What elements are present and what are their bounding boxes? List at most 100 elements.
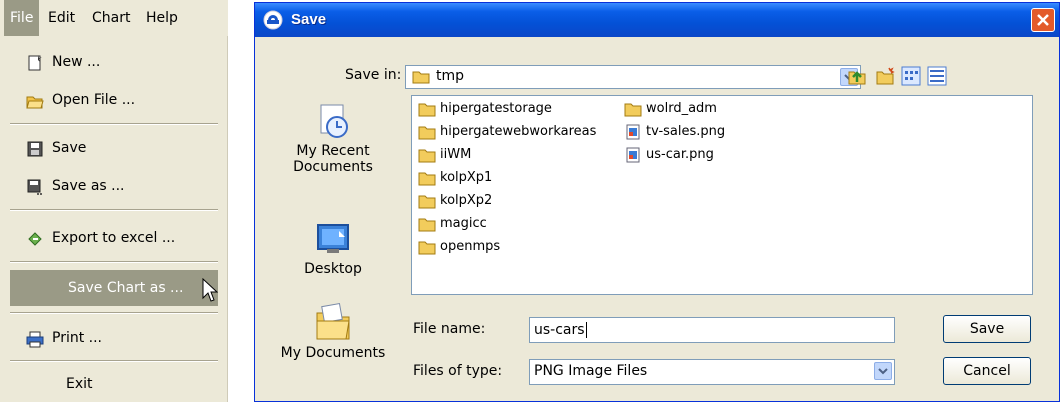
folder-item[interactable]: openmps [418, 236, 500, 258]
text-caret [585, 322, 587, 338]
details-view-icon[interactable] [927, 66, 947, 86]
files-of-type-dropdown[interactable]: PNG Image Files [529, 359, 895, 385]
save-in-dropdown[interactable]: tmp [405, 65, 861, 89]
menu-item-exit[interactable]: Exit [10, 366, 218, 402]
folder-icon [418, 103, 436, 116]
place-desktop[interactable]: Desktop [269, 219, 397, 277]
file-item[interactable]: tv-sales.png [624, 121, 725, 143]
png-file-icon [626, 147, 640, 162]
file-name: iiWM [440, 147, 472, 162]
file-name: magicc [440, 216, 487, 231]
folder-item[interactable]: magicc [418, 213, 487, 235]
recent-documents-icon [320, 104, 348, 138]
title-bar[interactable]: Save [255, 3, 1059, 37]
menu-item-label: Save as ... [52, 178, 125, 194]
file-name: kolpXp2 [440, 193, 493, 208]
folder-icon [418, 218, 436, 231]
up-one-level-icon[interactable] [847, 66, 867, 86]
menu-bar: File Edit Chart Help [0, 0, 228, 36]
menu-chart[interactable]: Chart [86, 0, 136, 36]
file-name: kolpXp1 [440, 170, 493, 185]
chevron-down-icon [878, 368, 888, 375]
menu-item-save-chart-as[interactable]: Save Chart as ... [10, 270, 218, 306]
folder-icon [418, 195, 436, 208]
place-label: My Documents [280, 345, 386, 361]
menu-item-label: Exit [66, 376, 93, 392]
files-of-type-label: Files of type: [413, 363, 503, 379]
menu-separator [10, 123, 218, 125]
save-dialog: Save Save in: tmp My Recent Documents De… [254, 2, 1060, 402]
file-name: us-car.png [646, 147, 714, 162]
folder-item[interactable]: iiWM [418, 144, 471, 166]
files-of-type-dropdown-button[interactable] [874, 362, 892, 380]
folder-icon [412, 71, 430, 84]
place-label: My Recent Documents [293, 143, 373, 175]
file-menu-panel: File Edit Chart Help New ... Open File .… [0, 0, 229, 402]
folder-icon [418, 149, 436, 162]
place-my-documents[interactable]: My Documents [269, 299, 397, 361]
my-documents-icon [316, 302, 350, 340]
save-button[interactable]: Save [943, 315, 1031, 343]
menu-separator [10, 261, 218, 263]
mouse-cursor-icon [202, 278, 218, 302]
new-file-icon [28, 55, 42, 71]
file-name-label: File name: [413, 321, 486, 337]
file-name: wolrd_adm [646, 101, 717, 116]
file-name-value: us-cars [534, 322, 585, 338]
file-item[interactable]: us-car.png [624, 144, 714, 166]
close-icon [1037, 14, 1049, 26]
dialog-title: Save [291, 11, 327, 28]
menu-item-label: Save Chart as ... [68, 280, 184, 296]
menu-item-save[interactable]: Save [10, 130, 218, 166]
places-bar: My Recent Documents Desktop My Documents [269, 95, 397, 381]
menu-item-label: Save [52, 140, 87, 156]
folder-item[interactable]: hipergatewebworkareas [418, 121, 596, 143]
export-excel-icon [28, 232, 42, 246]
files-of-type-value: PNG Image Files [534, 363, 648, 379]
place-my-recent-documents[interactable]: My Recent Documents [269, 101, 397, 175]
file-list[interactable]: hipergatestorage hipergatewebworkareas i… [411, 95, 1033, 295]
cancel-button[interactable]: Cancel [943, 357, 1031, 385]
folder-item[interactable]: kolpXp1 [418, 167, 492, 189]
menu-item-save-as[interactable]: Save as ... [10, 168, 218, 204]
file-name-input[interactable]: us-cars [529, 317, 895, 343]
menu-separator [10, 312, 218, 314]
png-file-icon [626, 124, 640, 139]
menu-edit[interactable]: Edit [42, 0, 81, 36]
file-name: tv-sales.png [646, 124, 726, 139]
folder-item[interactable]: hipergatestorage [418, 98, 552, 120]
save-in-label: Save in: [345, 67, 402, 83]
save-as-icon [27, 179, 42, 195]
menu-item-label: Open File ... [52, 92, 136, 108]
desktop-icon [317, 224, 349, 253]
list-view-icon[interactable] [901, 66, 921, 86]
printer-icon [26, 331, 44, 348]
folder-item[interactable]: wolrd_adm [624, 98, 717, 120]
folder-icon [418, 241, 436, 254]
menu-separator [10, 360, 218, 362]
folder-icon [418, 172, 436, 185]
menu-item-label: New ... [52, 54, 101, 70]
floppy-disk-icon [27, 141, 43, 157]
menu-file[interactable]: File [4, 0, 40, 36]
menu-item-export-excel[interactable]: Export to excel ... [10, 220, 218, 256]
menu-item-open-file[interactable]: Open File ... [10, 82, 218, 118]
close-button[interactable] [1031, 8, 1055, 32]
save-dialog-icon [263, 10, 283, 30]
menu-separator [10, 209, 218, 211]
menu-help[interactable]: Help [140, 0, 184, 36]
file-name: hipergatewebworkareas [440, 124, 597, 139]
folder-icon [624, 103, 642, 116]
menu-item-label: Export to excel ... [52, 230, 176, 246]
menu-item-new[interactable]: New ... [10, 44, 218, 80]
open-folder-icon [26, 96, 44, 109]
folder-item[interactable]: kolpXp2 [418, 190, 492, 212]
create-new-folder-icon[interactable] [875, 66, 895, 86]
file-name: hipergatestorage [440, 101, 552, 116]
folder-icon [418, 126, 436, 139]
file-name: openmps [440, 239, 501, 254]
menu-item-print[interactable]: Print ... [10, 320, 218, 356]
place-label: Desktop [304, 261, 362, 277]
menu-item-label: Print ... [52, 330, 103, 346]
save-in-value: tmp [436, 68, 465, 84]
